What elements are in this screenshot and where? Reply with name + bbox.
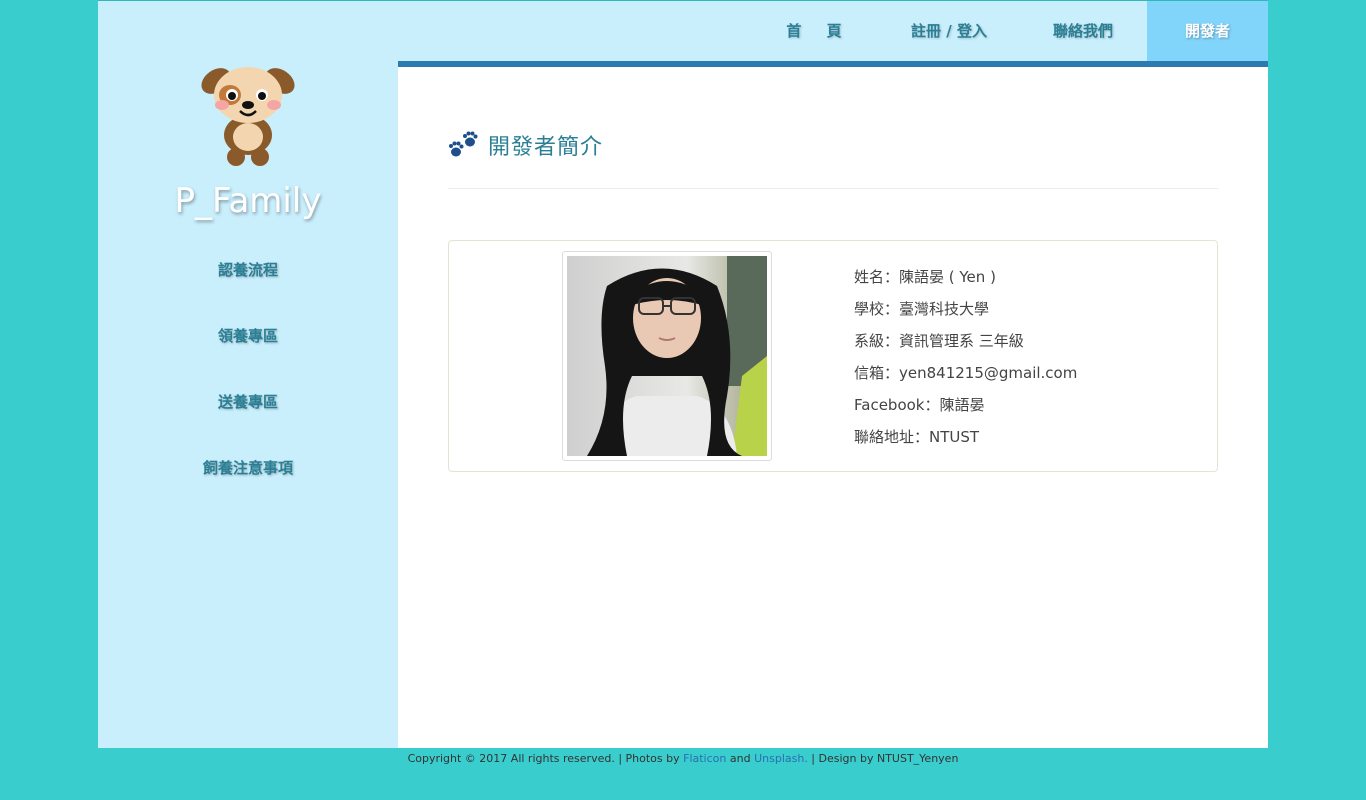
sidebar-item-rehome-area[interactable]: 送養專區 bbox=[98, 391, 398, 457]
nav-home[interactable]: 首 頁 bbox=[759, 1, 879, 62]
footer: Copyright © 2017 All rights reserved. | … bbox=[0, 752, 1366, 765]
profile-info-list: 姓名：陳語晏 ( Yen ) 學校：臺灣科技大學 系級：資訊管理系 三年級 信箱… bbox=[854, 266, 1077, 458]
brand-name[interactable]: P_Family bbox=[98, 181, 398, 221]
profile-card: 姓名：陳語晏 ( Yen ) 學校：臺灣科技大學 系級：資訊管理系 三年級 信箱… bbox=[448, 240, 1218, 472]
page-title: 開發者簡介 bbox=[488, 135, 604, 160]
main-content: 開發者簡介 姓名：陳語晏 (Yen) 學校：臺灣科技大學 系級：資訊管理系 … bbox=[398, 67, 1268, 748]
divider bbox=[448, 188, 1218, 189]
profile-department: 系級：資訊管理系 三年級 bbox=[854, 332, 1024, 350]
profile-facebook: Facebook：陳語晏 bbox=[854, 396, 985, 414]
profile-school: 學校：臺灣科技大學 bbox=[854, 300, 990, 318]
footer-design-credit: | Design by NTUST_Yenyen bbox=[807, 752, 959, 765]
footer-and: and bbox=[726, 752, 755, 765]
sidebar: P_Family 認養流程 領養專區 送養專區 飼養注意事項 bbox=[98, 1, 398, 748]
top-navbar: 首 頁 註冊 / 登入 聯絡我們 開發者 bbox=[398, 1, 1268, 62]
footer-unsplash-link[interactable]: Unsplash. bbox=[754, 752, 808, 765]
sidebar-nav: 認養流程 領養專區 送養專區 飼養注意事項 bbox=[98, 259, 398, 523]
page-container: P_Family 認養流程 領養專區 送養專區 飼養注意事項 首 頁 註冊 / … bbox=[98, 0, 1268, 748]
nav-developer[interactable]: 開發者 bbox=[1147, 1, 1268, 62]
sidebar-item-adoption-process[interactable]: 認養流程 bbox=[98, 259, 398, 325]
nav-contact[interactable]: 聯絡我們 bbox=[1019, 1, 1147, 62]
sidebar-item-care-notes[interactable]: 飼養注意事項 bbox=[98, 457, 398, 523]
section-heading: 開發者簡介 bbox=[448, 129, 603, 161]
top-nav: 首 頁 註冊 / 登入 聯絡我們 開發者 bbox=[759, 1, 1268, 62]
profile-photo bbox=[567, 256, 767, 456]
footer-flaticon-link[interactable]: Flaticon bbox=[683, 752, 726, 765]
footer-copyright: Copyright © 2017 All rights reserved. | … bbox=[407, 752, 684, 765]
profile-email: 信箱：yen841215@gmail.com bbox=[854, 364, 1078, 382]
profile-photo-frame bbox=[562, 251, 772, 461]
profile-address: 聯絡地址：NTUST bbox=[854, 428, 980, 446]
nav-register-login[interactable]: 註冊 / 登入 bbox=[879, 1, 1019, 62]
paw-icon bbox=[449, 131, 478, 157]
sidebar-item-adopt-area[interactable]: 領養專區 bbox=[98, 325, 398, 391]
profile-name: 姓名：陳語晏 ( Yen ) bbox=[854, 268, 996, 286]
puppy-logo-icon[interactable] bbox=[194, 61, 302, 167]
